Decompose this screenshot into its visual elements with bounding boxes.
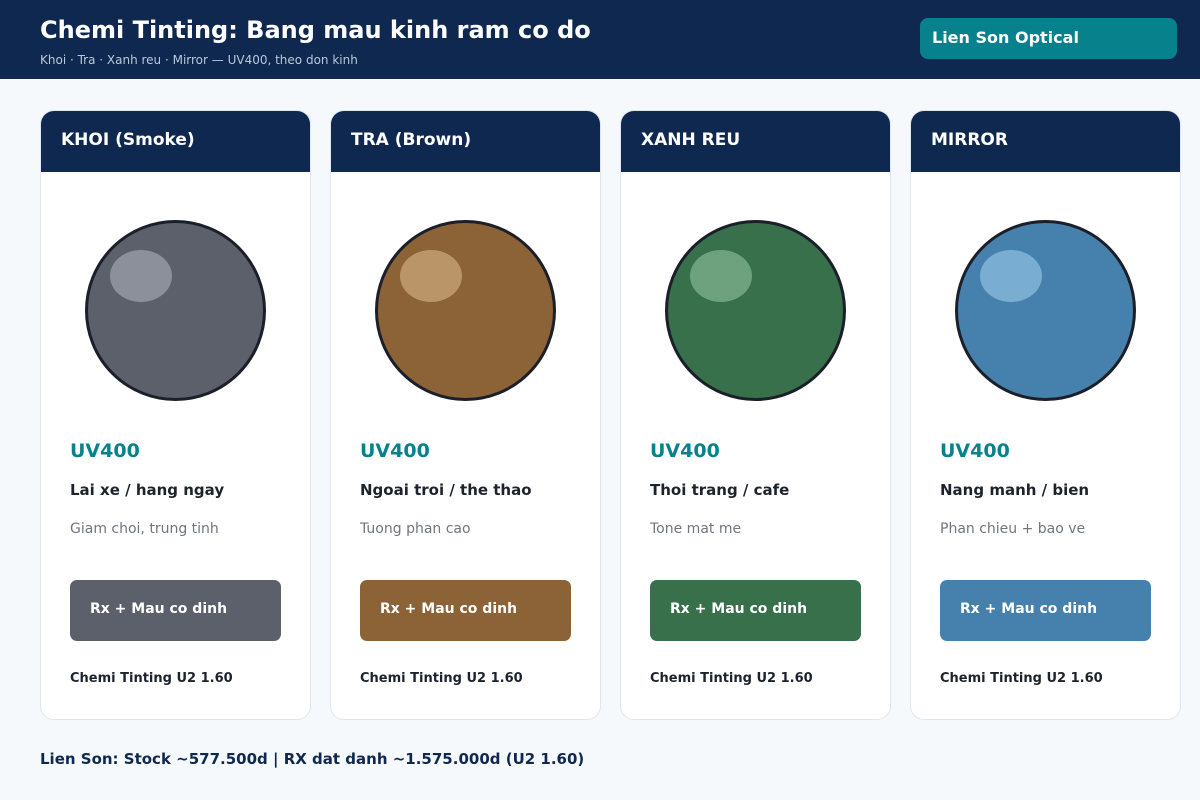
price-summary: Lien Son: Stock ~577.500d | RX dat danh … bbox=[40, 750, 585, 768]
tint-description: Giam choi, trung tinh bbox=[70, 521, 219, 537]
page-title: Chemi Tinting: Bang mau kinh ram co do bbox=[40, 16, 591, 44]
lens-highlight bbox=[110, 250, 172, 302]
product-name: Chemi Tinting U2 1.60 bbox=[940, 671, 1103, 686]
uv-rating: UV400 bbox=[940, 440, 1010, 462]
use-case: Nang manh / bien bbox=[940, 481, 1090, 499]
tint-description: Phan chieu + bao ve bbox=[940, 521, 1086, 537]
product-name: Chemi Tinting U2 1.60 bbox=[360, 671, 523, 686]
card-title: XANH REU bbox=[621, 111, 890, 172]
rx-tint-button[interactable]: Rx + Mau co dinh bbox=[360, 580, 571, 641]
use-case: Thoi trang / cafe bbox=[650, 481, 790, 499]
uv-rating: UV400 bbox=[70, 440, 140, 462]
card-title: KHOI (Smoke) bbox=[41, 111, 310, 172]
page-subtitle: Khoi · Tra · Xanh reu · Mirror — UV400, … bbox=[40, 53, 358, 67]
uv-rating: UV400 bbox=[360, 440, 430, 462]
lens-highlight bbox=[980, 250, 1042, 302]
product-name: Chemi Tinting U2 1.60 bbox=[650, 671, 813, 686]
tint-description: Tuong phan cao bbox=[360, 521, 471, 537]
use-case: Lai xe / hang ngay bbox=[70, 481, 225, 499]
lens-swatch bbox=[85, 220, 266, 401]
use-case: Ngoai troi / the thao bbox=[360, 481, 532, 499]
uv-rating: UV400 bbox=[650, 440, 720, 462]
lens-highlight bbox=[400, 250, 462, 302]
product-name: Chemi Tinting U2 1.60 bbox=[70, 671, 233, 686]
tint-card-brown: TRA (Brown) UV400 Ngoai troi / the thao … bbox=[330, 110, 601, 720]
lens-highlight bbox=[690, 250, 752, 302]
card-title: MIRROR bbox=[911, 111, 1180, 172]
card-title: TRA (Brown) bbox=[331, 111, 600, 172]
tint-card-green: XANH REU UV400 Thoi trang / cafe Tone ma… bbox=[620, 110, 891, 720]
rx-tint-button[interactable]: Rx + Mau co dinh bbox=[940, 580, 1151, 641]
tint-card-mirror: MIRROR UV400 Nang manh / bien Phan chieu… bbox=[910, 110, 1181, 720]
rx-tint-button[interactable]: Rx + Mau co dinh bbox=[650, 580, 861, 641]
tint-description: Tone mat me bbox=[650, 521, 742, 537]
brand-badge: Lien Son Optical bbox=[920, 18, 1177, 59]
rx-tint-button[interactable]: Rx + Mau co dinh bbox=[70, 580, 281, 641]
lens-swatch bbox=[665, 220, 846, 401]
tint-card-smoke: KHOI (Smoke) UV400 Lai xe / hang ngay Gi… bbox=[40, 110, 311, 720]
lens-swatch bbox=[955, 220, 1136, 401]
lens-swatch bbox=[375, 220, 556, 401]
header-bar: Chemi Tinting: Bang mau kinh ram co do K… bbox=[0, 0, 1200, 79]
